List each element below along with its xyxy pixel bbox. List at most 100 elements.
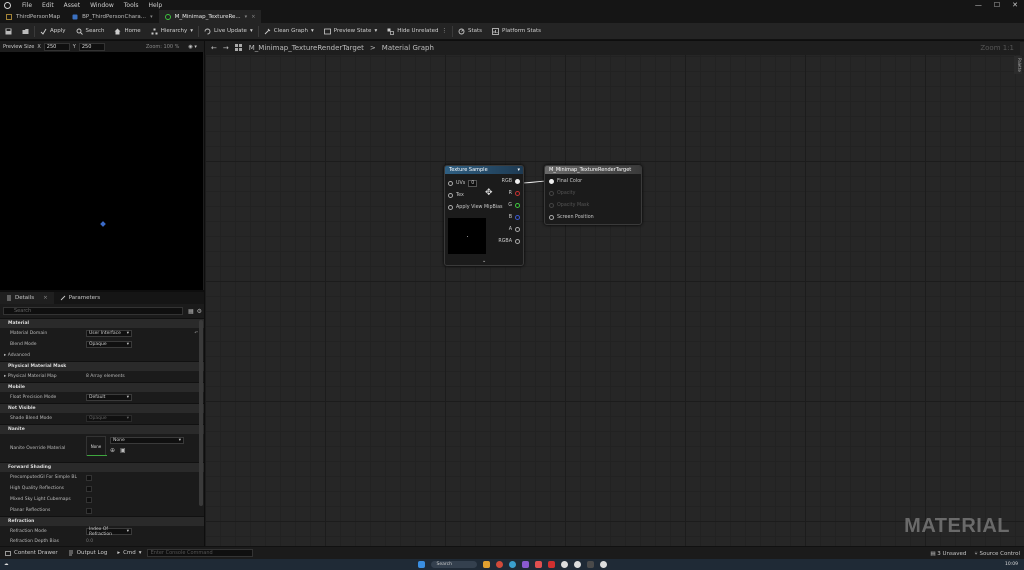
pin-final-color[interactable]: Final Color xyxy=(549,179,582,184)
details-scrollbar[interactable] xyxy=(199,320,203,506)
pin-out-rgba[interactable]: RGBA xyxy=(498,239,520,244)
checkbox[interactable] xyxy=(86,496,92,503)
use-asset-arrow-icon[interactable]: ⊕ xyxy=(110,447,115,454)
search-button[interactable]: Search xyxy=(71,23,110,40)
row-physical-material-map[interactable]: ▸ Physical Material Map 8 Array elements xyxy=(0,371,204,382)
unreal-engine-icon[interactable] xyxy=(573,561,581,568)
category-physical-material-mask[interactable]: Physical Material Mask xyxy=(0,361,204,371)
preview-x-input[interactable]: 250 xyxy=(43,42,70,51)
category-mobile[interactable]: Mobile xyxy=(0,382,204,392)
breadcrumb-graph[interactable]: Material Graph xyxy=(382,44,434,52)
pin-out-b[interactable]: B xyxy=(509,215,520,220)
node-header[interactable]: Texture Sample ▾ xyxy=(445,166,523,174)
tab-dropdown-icon[interactable]: ▾ xyxy=(150,14,153,20)
grid-view-icon[interactable]: ▦ xyxy=(188,308,194,315)
tab-material-minimap[interactable]: M_Minimap_TextureRe... ▾ × xyxy=(158,10,262,23)
unsaved-button[interactable]: ▤ 3 Unsaved xyxy=(930,551,966,557)
start-menu-icon[interactable] xyxy=(417,561,425,568)
expand-chevron-icon[interactable]: ⌄ xyxy=(482,258,486,264)
tab-details[interactable]: Details × xyxy=(0,292,54,304)
pin-out-a[interactable]: A xyxy=(509,227,520,232)
menu-window[interactable]: Window xyxy=(90,2,114,9)
menu-tools[interactable]: Tools xyxy=(124,2,139,9)
apply-button[interactable]: Apply xyxy=(35,23,71,40)
pin-out-g[interactable]: G xyxy=(508,203,520,208)
output-log-button[interactable]: Output Log xyxy=(63,550,113,556)
unreal-logo-icon[interactable] xyxy=(2,0,12,10)
material-domain-dropdown[interactable]: User Interface ▾ xyxy=(86,330,132,337)
material-output-node[interactable]: M_Minimap_TextureRenderTarget Final Colo… xyxy=(544,165,642,225)
nanite-asset-thumbnail[interactable]: None xyxy=(86,436,107,456)
tab-close-icon[interactable]: × xyxy=(251,14,255,20)
app-icon[interactable] xyxy=(586,561,594,568)
platform-stats-button[interactable]: Platform Stats xyxy=(487,23,546,40)
blend-mode-dropdown[interactable]: Opaque ▾ xyxy=(86,341,132,348)
unreal-engine-icon[interactable] xyxy=(560,561,568,568)
live-update-button[interactable]: Live Update ▾ xyxy=(199,23,258,40)
browse-folder-icon[interactable]: ▣ xyxy=(120,447,126,454)
preview-state-button[interactable]: Preview State ▾ xyxy=(319,23,382,40)
pin-opacity-mask[interactable]: Opacity Mask xyxy=(549,203,589,208)
hierarchy-button[interactable]: Hierarchy ▾ xyxy=(146,23,198,40)
app-icon[interactable] xyxy=(521,561,529,568)
browse-button[interactable] xyxy=(17,23,34,40)
back-arrow-icon[interactable]: ← xyxy=(211,44,217,52)
category-nanite[interactable]: Nanite xyxy=(0,424,204,434)
details-search-input[interactable]: Search xyxy=(3,307,183,315)
stats-button[interactable]: Stats xyxy=(453,23,487,40)
file-explorer-icon[interactable] xyxy=(482,561,490,568)
node-header[interactable]: M_Minimap_TextureRenderTarget xyxy=(545,166,641,174)
source-control-button[interactable]: ⑂ Source Control xyxy=(974,551,1020,557)
forward-arrow-icon[interactable]: → xyxy=(223,44,229,52)
tab-thirdpersonmap[interactable]: ThirdPersonMap xyxy=(0,10,66,23)
app-icon[interactable] xyxy=(547,561,555,568)
tab-parameters[interactable]: Parameters xyxy=(54,292,106,304)
minimize-icon[interactable]: — xyxy=(975,1,982,9)
collapse-chevron-icon[interactable]: ▾ xyxy=(517,167,520,173)
settings-gear-icon[interactable]: ⚙ xyxy=(197,308,202,315)
console-command-input[interactable]: Enter Console Command xyxy=(146,549,253,557)
pin-tex[interactable]: Tex xyxy=(448,193,464,198)
checkbox[interactable] xyxy=(86,507,92,514)
pin-screen-position[interactable]: Screen Position xyxy=(549,215,594,220)
clean-graph-button[interactable]: Clean Graph ▾ xyxy=(259,23,319,40)
texture-sample-node[interactable]: Texture Sample ▾ UVs 0 Tex Apply View Mi… xyxy=(444,165,524,266)
checkbox[interactable] xyxy=(86,474,92,481)
breadcrumb-asset[interactable]: M_Minimap_TextureRenderTarget xyxy=(249,44,364,52)
tab-close-icon[interactable]: × xyxy=(43,295,48,301)
app-icon[interactable] xyxy=(534,561,542,568)
pin-opacity[interactable]: Opacity xyxy=(549,191,575,196)
category-refraction[interactable]: Refraction xyxy=(0,516,204,526)
tab-dropdown-icon[interactable]: ▾ xyxy=(245,14,248,20)
checkbox[interactable] xyxy=(86,485,92,492)
more-options-icon[interactable]: ⋮ xyxy=(441,28,447,34)
palette-tab[interactable]: Palette xyxy=(1014,56,1022,74)
menu-edit[interactable]: Edit xyxy=(42,2,54,9)
weather-widget[interactable]: ☁ xyxy=(4,559,9,570)
home-button[interactable]: Home xyxy=(109,23,145,40)
save-button[interactable] xyxy=(0,23,17,40)
preview-viewport[interactable] xyxy=(0,52,204,290)
menu-asset[interactable]: Asset xyxy=(64,2,80,9)
pin-out-r[interactable]: R xyxy=(509,191,520,196)
menu-help[interactable]: Help xyxy=(149,2,163,9)
maximize-icon[interactable]: ☐ xyxy=(994,1,1000,9)
category-not-visible[interactable]: Not Visible xyxy=(0,403,204,413)
pin-apply-view-mipbias[interactable]: Apply View MipBias xyxy=(448,205,503,210)
category-material[interactable]: Material xyxy=(0,318,204,328)
float-precision-dropdown[interactable]: Default ▾ xyxy=(86,394,132,401)
hide-unrelated-button[interactable]: Hide Unrelated ⋮ xyxy=(382,23,452,40)
close-window-icon[interactable]: ✕ xyxy=(1012,1,1018,9)
edge-icon[interactable] xyxy=(508,561,516,568)
preview-y-input[interactable]: 250 xyxy=(78,42,105,51)
view-options-eye-icon[interactable]: ◉ ▾ xyxy=(188,44,196,50)
pin-out-rgb[interactable]: RGB xyxy=(502,179,520,184)
tab-bp-thirdpersoncharacter[interactable]: BP_ThirdPersonChara... ▾ xyxy=(66,10,158,23)
taskbar-search[interactable]: Search xyxy=(430,561,477,568)
material-graph-canvas[interactable] xyxy=(205,41,1024,546)
chrome-icon[interactable] xyxy=(495,561,503,568)
reset-arrow-icon[interactable]: ↶ xyxy=(194,331,198,336)
uvs-value-input[interactable]: 0 xyxy=(468,180,478,187)
unreal-engine-icon[interactable] xyxy=(599,561,607,568)
system-clock[interactable]: 10:09 xyxy=(1005,559,1018,570)
